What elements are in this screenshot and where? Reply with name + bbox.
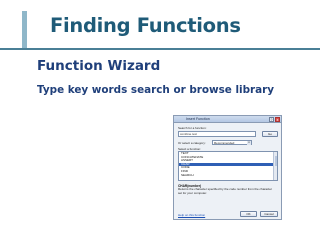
title-divider bbox=[0, 48, 320, 50]
category-label: Or select a category: bbox=[178, 141, 206, 145]
search-input[interactable]: combine text bbox=[178, 131, 256, 137]
close-icon[interactable]: x bbox=[275, 117, 280, 122]
slide-subtitle: Function Wizard bbox=[37, 58, 161, 74]
go-button[interactable]: Go bbox=[262, 131, 278, 137]
dialog-title: Insert Function bbox=[186, 117, 210, 121]
ok-button[interactable]: OK bbox=[240, 211, 257, 217]
slide-body-text: Type key words search or browse library bbox=[37, 84, 275, 96]
help-icon[interactable]: ? bbox=[269, 117, 274, 122]
function-description: Returns the character specified by the c… bbox=[178, 187, 273, 195]
search-label: Search for a function: bbox=[178, 126, 207, 130]
scrollbar-thumb[interactable] bbox=[274, 156, 277, 166]
dialog-titlebar: Insert Function ? x bbox=[174, 116, 281, 123]
function-list[interactable]: TEXT CONCATENATE ASSERT CHAR CODE FIND S… bbox=[178, 151, 278, 181]
help-link[interactable]: Help on this function bbox=[178, 213, 205, 217]
page-title: Finding Functions bbox=[50, 14, 241, 37]
list-scrollbar[interactable] bbox=[273, 152, 277, 180]
list-item[interactable]: SEARCH bbox=[179, 173, 277, 178]
accent-bar bbox=[22, 11, 27, 50]
chevron-down-icon[interactable]: ▾ bbox=[247, 141, 251, 145]
cancel-button[interactable]: Cancel bbox=[260, 211, 278, 217]
category-value: Recommended bbox=[214, 141, 235, 145]
category-select[interactable]: Recommended ▾ bbox=[212, 140, 252, 145]
insert-function-dialog: Insert Function ? x Search for a functio… bbox=[173, 115, 282, 220]
